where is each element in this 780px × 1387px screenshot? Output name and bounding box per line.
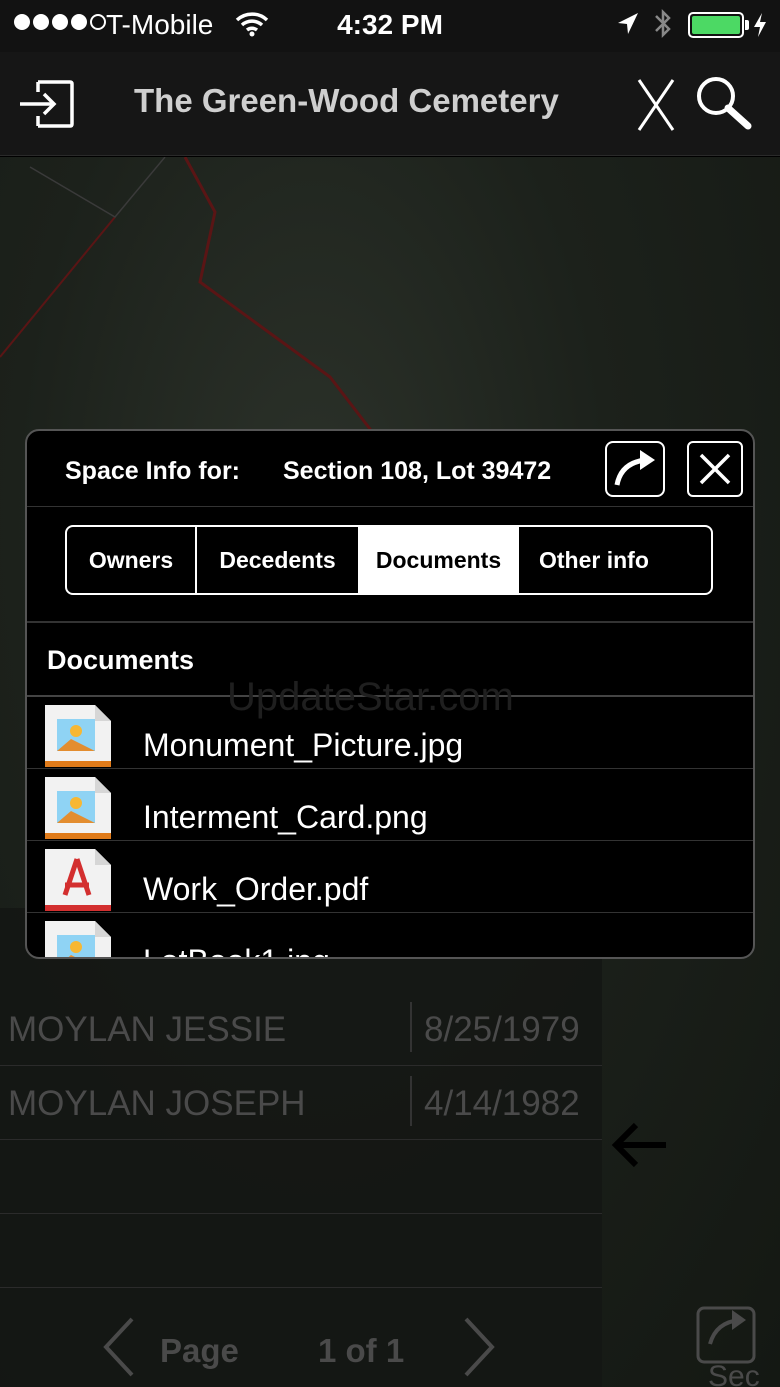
list-item	[0, 1214, 602, 1288]
lot-identifier: Section 108, Lot 39472	[283, 457, 552, 485]
battery-tip	[745, 20, 749, 30]
image-file-icon	[43, 921, 113, 957]
tab-owners[interactable]: Owners	[67, 527, 197, 593]
status-bar: T-Mobile 4:32 PM	[0, 0, 780, 52]
share-icon	[614, 450, 655, 486]
chevron-left-icon[interactable]	[102, 1316, 136, 1386]
document-row[interactable]: Interment_Card.png	[27, 769, 753, 844]
document-row[interactable]: Monument_Picture.jpg	[27, 697, 753, 772]
share-button[interactable]	[605, 441, 665, 497]
image-file-icon	[43, 777, 113, 844]
space-info-label: Space Info for:	[65, 457, 241, 485]
close-icon[interactable]	[636, 78, 676, 137]
decedent-date: 8/25/1979	[424, 1010, 580, 1049]
search-icon[interactable]	[694, 74, 754, 137]
image-file-icon	[43, 705, 113, 772]
section-title: Documents	[47, 645, 195, 675]
info-tabs: Owners Decedents Documents Other info	[65, 525, 713, 595]
list-item[interactable]: MOYLAN JESSIE 8/25/1979	[0, 992, 602, 1066]
tab-other-info[interactable]: Other info	[519, 527, 711, 593]
close-icon	[699, 453, 731, 485]
location-arrow-icon	[616, 11, 640, 44]
list-item[interactable]: MOYLAN JOSEPH 4/14/1982	[0, 1066, 602, 1140]
battery-icon	[688, 12, 744, 38]
document-name: Monument_Picture.jpg	[143, 727, 464, 763]
document-row[interactable]: LotBook1.jpg	[27, 913, 753, 957]
document-name: Work_Order.pdf	[143, 871, 369, 907]
app-title: The Green-Wood Cemetery	[134, 82, 559, 119]
space-info-popup: Space Info for: Section 108, Lot 39472 O…	[25, 429, 755, 959]
nav-bar: The Green-Wood Cemetery	[0, 52, 780, 156]
pager-current: 1 of 1	[318, 1332, 405, 1369]
decedent-date: 4/14/1982	[424, 1084, 580, 1123]
document-name: LotBook1.jpg	[143, 943, 330, 957]
chevron-right-icon[interactable]	[462, 1316, 496, 1386]
tab-decedents[interactable]: Decedents	[197, 527, 360, 593]
pdf-file-icon	[43, 849, 113, 916]
tab-documents[interactable]: Documents	[360, 527, 519, 593]
decedent-name: MOYLAN JESSIE	[8, 1010, 287, 1049]
list-item	[0, 1140, 602, 1214]
document-row[interactable]: Work_Order.pdf	[27, 841, 753, 916]
charging-bolt-icon	[752, 12, 768, 45]
battery-fill	[692, 16, 740, 34]
bluetooth-icon	[652, 7, 674, 48]
document-name: Interment_Card.png	[143, 799, 428, 835]
pager: Page 1 of 1	[0, 1308, 602, 1387]
decedent-name: MOYLAN JOSEPH	[8, 1084, 306, 1123]
login-icon[interactable]	[16, 76, 76, 137]
pager-label: Page	[160, 1332, 239, 1369]
close-popup-button[interactable]	[687, 441, 743, 497]
back-arrow-icon[interactable]	[608, 1120, 670, 1175]
section-tab-label[interactable]: Sec	[708, 1360, 760, 1387]
popup-header: Space Info for: Section 108, Lot 39472	[27, 431, 753, 507]
